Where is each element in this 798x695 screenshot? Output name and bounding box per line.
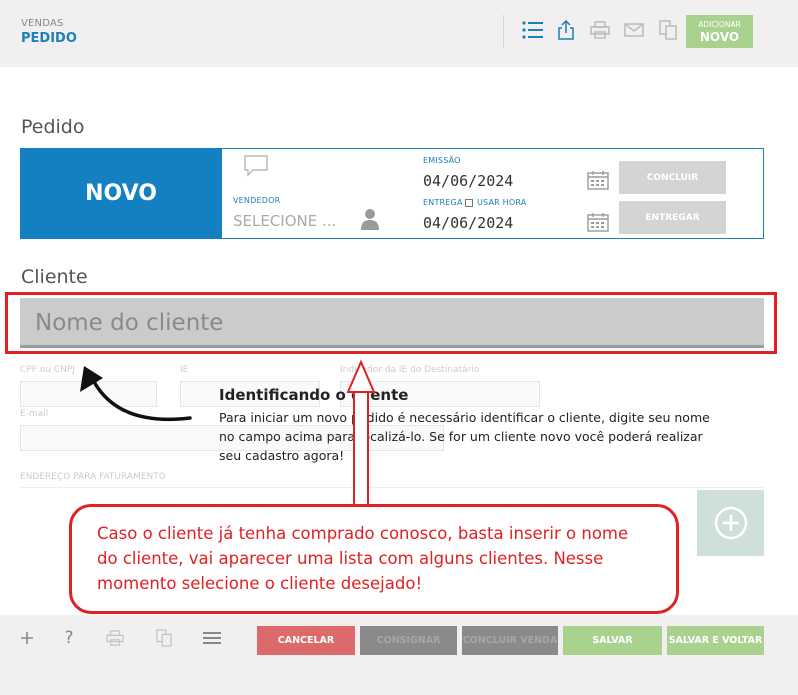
curved-arrow-icon (80, 366, 192, 422)
annotation-callout: Caso o cliente já tenha comprado conosco… (69, 504, 679, 614)
consignar-button[interactable]: CONSIGNAR (360, 626, 457, 655)
up-arrow-icon (346, 359, 376, 507)
copy-icon[interactable] (153, 627, 175, 649)
print-icon[interactable] (104, 627, 126, 649)
save-button[interactable]: SALVAR (563, 626, 662, 655)
conclude-sale-button[interactable]: CONCLUIR VENDA (462, 626, 558, 655)
plus-icon[interactable] (16, 627, 38, 649)
menu-icon[interactable] (201, 627, 223, 649)
save-and-return-button[interactable]: SALVAR E VOLTAR (667, 626, 764, 655)
help-icon[interactable]: ? (58, 627, 80, 649)
cancel-button[interactable]: CANCELAR (257, 626, 355, 655)
